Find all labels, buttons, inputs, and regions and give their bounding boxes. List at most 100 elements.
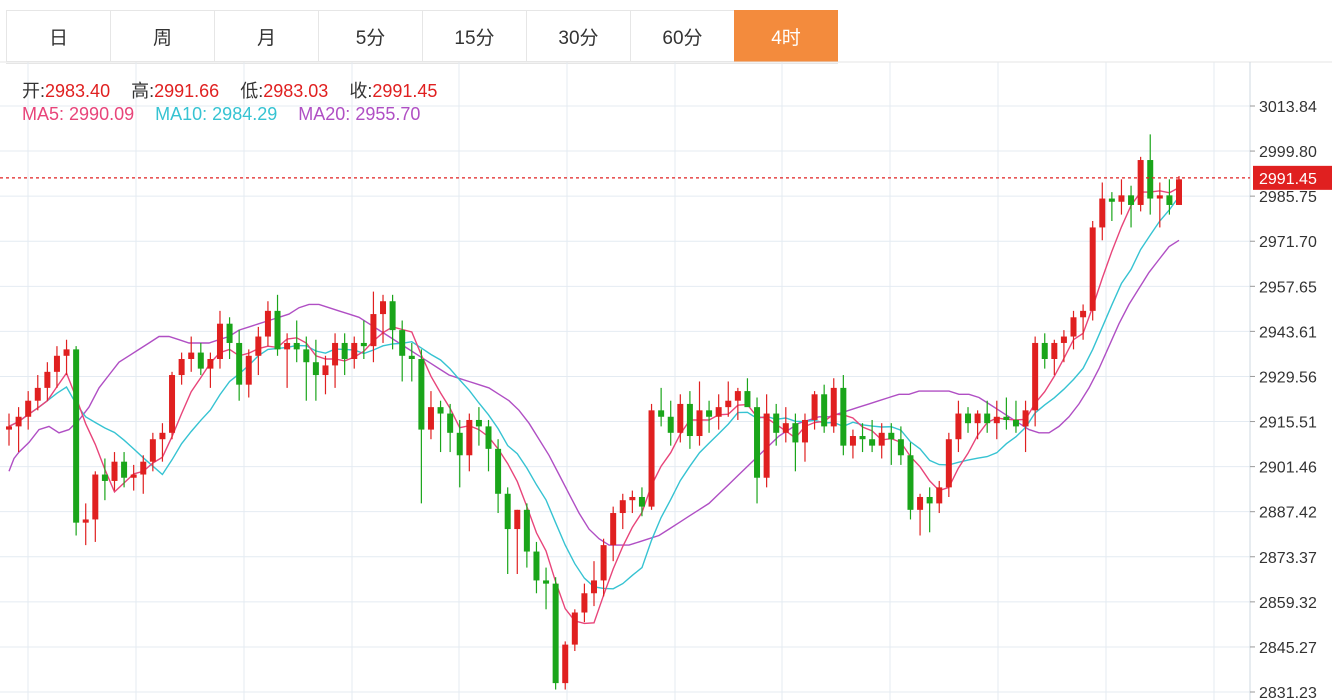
candle-body bbox=[1070, 317, 1077, 337]
candle-body bbox=[1108, 198, 1115, 202]
candle-body bbox=[1022, 410, 1029, 427]
candle-body bbox=[897, 439, 904, 456]
candle-body bbox=[591, 580, 597, 594]
candle-body bbox=[399, 330, 406, 356]
candle-body bbox=[907, 455, 914, 510]
ma5-label: MA5: bbox=[22, 104, 65, 124]
candle-body bbox=[514, 509, 521, 530]
y-tick-label: 2915.51 bbox=[1259, 415, 1317, 432]
low-value: 2983.03 bbox=[263, 81, 329, 101]
open-value: 2983.40 bbox=[45, 81, 111, 101]
candle-body bbox=[207, 358, 214, 369]
high-label: 高: bbox=[131, 81, 155, 101]
ma20-value: 2955.70 bbox=[355, 104, 421, 124]
candle-body bbox=[965, 413, 972, 424]
candle-body bbox=[993, 416, 1000, 424]
close-value: 2991.45 bbox=[372, 81, 438, 101]
candle-body bbox=[504, 493, 511, 530]
candle-body bbox=[418, 358, 425, 430]
candle-body bbox=[475, 419, 482, 427]
candle-body bbox=[1156, 195, 1163, 199]
ma10-line bbox=[8, 196, 1180, 590]
ma5-readout: MA5: 2990.09 bbox=[22, 104, 134, 124]
candle-body bbox=[485, 426, 492, 449]
y-tick-label: 2985.75 bbox=[1259, 189, 1317, 206]
candle-body bbox=[197, 352, 204, 369]
y-tick-label: 2859.32 bbox=[1259, 595, 1317, 612]
last-price-line: 2991.45 bbox=[0, 165, 1332, 190]
y-tick-label: 2929.56 bbox=[1259, 369, 1317, 386]
candle-body bbox=[188, 352, 195, 359]
candle-body bbox=[456, 432, 463, 456]
candle-body bbox=[370, 314, 377, 347]
candle-body bbox=[619, 500, 626, 514]
candle-body bbox=[1041, 342, 1048, 359]
candle-body bbox=[667, 416, 674, 433]
candle-body bbox=[801, 419, 808, 443]
low-label: 低: bbox=[240, 81, 264, 101]
y-tick-label: 2957.65 bbox=[1259, 279, 1317, 296]
ma5-value: 2990.09 bbox=[69, 104, 135, 124]
candle-body bbox=[696, 410, 703, 437]
candle-body bbox=[216, 323, 223, 359]
candle-body bbox=[351, 342, 358, 359]
candle-body bbox=[1003, 416, 1010, 420]
candle-body bbox=[917, 496, 924, 510]
candle-body bbox=[869, 439, 876, 446]
y-tick-label: 2999.80 bbox=[1259, 144, 1317, 161]
candle-body bbox=[341, 342, 348, 359]
y-tick-label: 3013.84 bbox=[1259, 99, 1317, 116]
candle-body bbox=[629, 496, 636, 501]
candle-body bbox=[1128, 195, 1135, 205]
y-tick-label: 2971.70 bbox=[1259, 234, 1317, 251]
candle-body bbox=[178, 358, 185, 376]
candle-body bbox=[984, 413, 991, 424]
candle-body bbox=[274, 310, 281, 350]
candle-body bbox=[25, 400, 32, 417]
candle-body bbox=[44, 371, 51, 388]
y-axis: 3013.84 2999.80 2985.75 2971.70 2957.65 2943.… bbox=[1249, 62, 1317, 700]
ma10-layer bbox=[8, 196, 1180, 590]
candle-body bbox=[523, 509, 530, 552]
candle-body bbox=[773, 413, 780, 433]
candle-body bbox=[312, 362, 319, 376]
candle-body bbox=[552, 583, 559, 684]
candle-body bbox=[581, 593, 588, 613]
candle-body bbox=[92, 474, 99, 520]
candle-body bbox=[782, 423, 789, 433]
candle-body bbox=[34, 387, 41, 401]
y-tick-label: 2845.27 bbox=[1259, 640, 1317, 657]
candle-body bbox=[754, 407, 761, 478]
candle-body bbox=[533, 551, 540, 581]
candle-body bbox=[1118, 195, 1125, 202]
candle-body bbox=[677, 403, 684, 433]
candle-body bbox=[82, 519, 89, 523]
ma20-readout: MA20: 2955.70 bbox=[298, 104, 420, 124]
candle-body bbox=[121, 461, 128, 478]
candle-body bbox=[360, 342, 367, 347]
candle-body bbox=[169, 375, 176, 433]
candle-body bbox=[466, 419, 473, 456]
candle-body bbox=[658, 410, 665, 417]
y-tick-label: 2873.37 bbox=[1259, 550, 1317, 567]
candle-body bbox=[974, 413, 981, 424]
candle-body bbox=[73, 349, 80, 523]
candle-body bbox=[763, 413, 770, 478]
candle-body bbox=[1080, 310, 1087, 318]
candle-body bbox=[408, 355, 415, 359]
candle-body bbox=[322, 365, 329, 376]
candle-body bbox=[1032, 342, 1039, 411]
candle-body bbox=[284, 342, 291, 350]
open-label: 开: bbox=[22, 81, 46, 101]
candle-body bbox=[648, 410, 655, 507]
candle-body bbox=[380, 301, 387, 315]
candle-body bbox=[955, 413, 962, 440]
close-label: 收: bbox=[349, 81, 373, 101]
candle-body bbox=[130, 474, 137, 478]
candle-body bbox=[936, 487, 943, 504]
candle-body bbox=[101, 474, 108, 481]
candle-body bbox=[686, 403, 693, 437]
candle-body bbox=[945, 439, 952, 488]
candle-body bbox=[715, 407, 722, 417]
candle-body bbox=[1147, 160, 1154, 199]
